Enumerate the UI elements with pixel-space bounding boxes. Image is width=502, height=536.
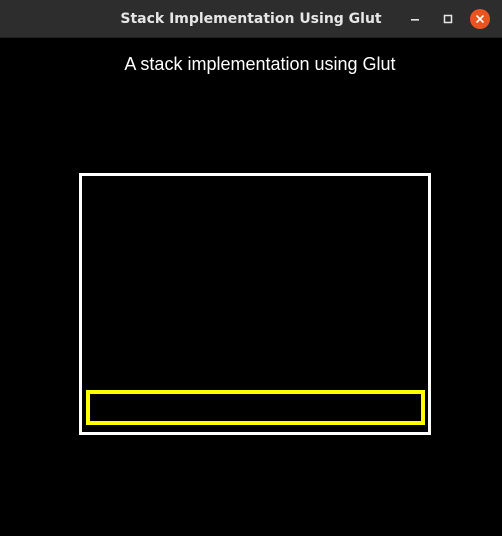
minimize-button[interactable] — [405, 9, 425, 29]
maximize-icon — [443, 14, 453, 24]
window-title: Stack Implementation Using Glut — [120, 11, 382, 27]
close-icon — [476, 15, 484, 23]
minimize-icon — [411, 19, 419, 21]
title-bar[interactable]: Stack Implementation Using Glut — [0, 0, 502, 38]
app-window: Stack Implementation Using Glut A stack … — [0, 0, 502, 536]
canvas-heading: A stack implementation using Glut — [124, 54, 396, 74]
close-button[interactable] — [470, 9, 490, 29]
maximize-button[interactable] — [438, 9, 458, 29]
stack-element — [86, 390, 425, 425]
